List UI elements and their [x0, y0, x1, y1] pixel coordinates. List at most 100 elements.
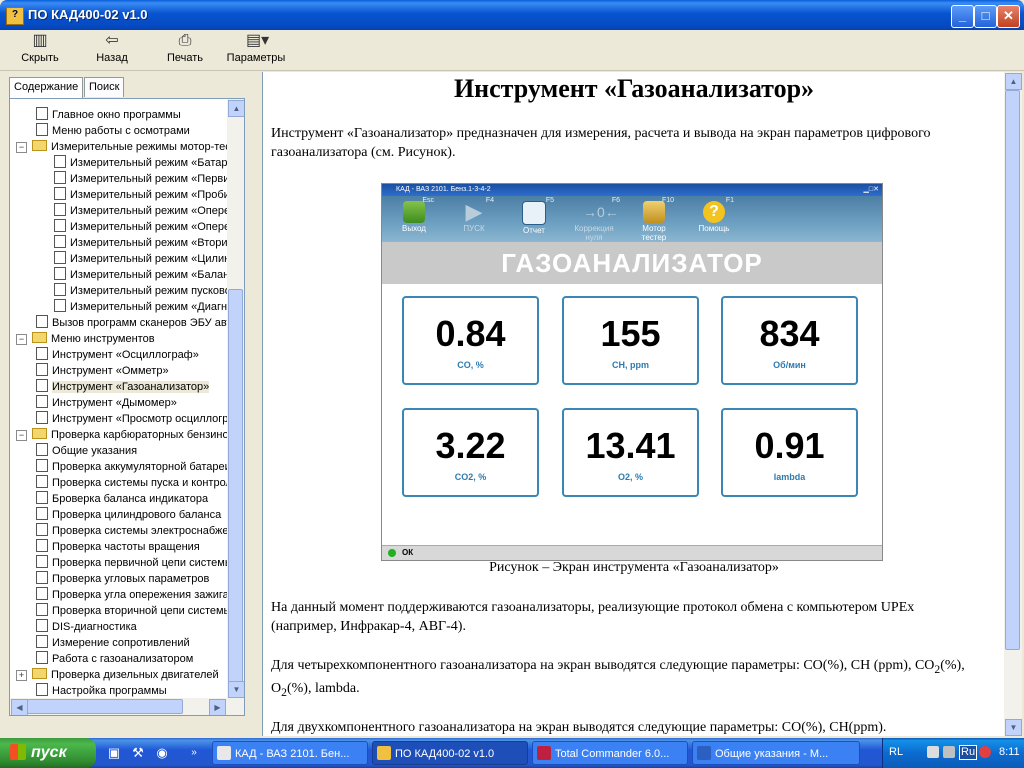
motor-tester-icon [643, 201, 665, 223]
expand-icon[interactable]: + [16, 670, 27, 681]
quicklaunch-more-icon[interactable]: » [186, 745, 202, 761]
close-button[interactable]: ✕ [997, 5, 1020, 28]
report-label: Отчет [523, 226, 545, 235]
tile-label: O2, % [617, 472, 643, 482]
hscroll-thumb[interactable] [27, 699, 183, 714]
scroll-down-icon[interactable]: ▼ [228, 681, 244, 698]
scroll-right-icon[interactable]: ▶ [209, 699, 226, 715]
tree-item[interactable]: Вызов программ сканеров ЭБУ автомобиля [36, 315, 244, 331]
taskbar: пуск ▣ ⚒ ◉ » КАД - ВАЗ 2101. Бен... ПО К… [0, 738, 1024, 768]
content-scroll-up-icon[interactable]: ▲ [1005, 73, 1022, 90]
tree-item-label: Меню инструментов [51, 333, 155, 345]
page-icon [36, 587, 48, 600]
page-icon [54, 219, 66, 232]
tree-item[interactable]: Проверка цилиндрового баланса [36, 507, 221, 523]
tree-item[interactable]: Проверка системы пуска и контроля [36, 475, 238, 491]
tree-item[interactable]: Проверка частоты вращения [36, 539, 200, 555]
page-icon [36, 123, 48, 136]
tab-search[interactable]: Поиск [84, 77, 125, 97]
tree-item[interactable]: Проверка карбюраторных бензиновых двигат… [32, 427, 244, 443]
tree-item[interactable]: Проверка аккумуляторной батареи [36, 459, 231, 475]
task-help-window[interactable]: ПО КАД400-02 v1.0 [372, 741, 528, 765]
tree-item[interactable]: Настройка программы [36, 683, 167, 699]
tree-item[interactable]: Меню инструментов [32, 331, 155, 347]
content-vertical-scrollbar[interactable]: ▲ ▼ [1004, 72, 1022, 736]
tray-app-icon[interactable] [979, 746, 991, 758]
back-button[interactable]: ⇦ Назад [92, 32, 132, 64]
quicklaunch-save-icon[interactable]: ▣ [106, 745, 122, 761]
tree-item[interactable]: Измерительный режим «Цилиндровый баланс» [54, 251, 244, 267]
page-icon [36, 395, 48, 408]
tree-item[interactable]: Измерительный режим «Батарея» [54, 155, 244, 171]
tree-item[interactable]: Проверка первичной цепи системы [36, 555, 233, 571]
tree-item[interactable]: Броверка баланса индикатора [36, 491, 208, 507]
content-scroll-thumb[interactable] [1005, 90, 1020, 650]
tree-item[interactable]: DIS-диагностика [36, 619, 137, 635]
tree-item[interactable]: Измерительный режим пусковой [54, 283, 237, 299]
tree-item-label: Измерительный режим «Диагностика» [70, 301, 244, 313]
tree-item-label: Измерительный режим пусковой [70, 285, 237, 297]
options-button[interactable]: ▤▾ Параметры [225, 32, 287, 64]
tree-item[interactable]: Измерительный режим «Вторичное напряжени… [54, 235, 244, 251]
tab-contents[interactable]: Содержание [9, 77, 84, 98]
windows-flag-icon [10, 744, 26, 760]
figure-window-controls-icon: ▁□✕ [863, 186, 879, 193]
start-label: ПУСК [463, 224, 485, 233]
tree-horizontal-scrollbar[interactable]: ◀ ▶ [10, 698, 227, 715]
keyboard-layout[interactable]: RL [889, 746, 903, 758]
tree-item[interactable]: Измерение сопротивлений [36, 635, 190, 651]
tree-item[interactable]: Измерительный режим «Пробивное напряжени… [54, 187, 244, 203]
tree-item[interactable]: Измерительные режимы мотор-тестера [32, 139, 244, 155]
tree-item[interactable]: Проверка вторичной цепи системы [36, 603, 231, 619]
tree-item[interactable]: Инструмент «Газоанализатор» [36, 379, 210, 395]
page-icon [54, 187, 66, 200]
collapse-icon[interactable]: − [16, 430, 27, 441]
content-scroll-down-icon[interactable]: ▼ [1005, 719, 1022, 736]
maximize-button[interactable]: □ [974, 5, 997, 28]
tree-item[interactable]: Инструмент «Дымомер» [36, 395, 177, 411]
tray-device-icon[interactable] [927, 746, 939, 758]
tree-item[interactable]: Проверка угла опережения зажигания [36, 587, 244, 603]
figure-title: КАД - ВАЗ 2101. Бенз.1-3-4-2 [396, 186, 491, 193]
tree-item[interactable]: Измерительный режим «Баланс индикатора» [54, 267, 244, 283]
tree-item[interactable]: Инструмент «Просмотр осциллограмм» [36, 411, 244, 427]
tree-vertical-scrollbar[interactable]: ▲ ▼ [227, 99, 244, 715]
task-word-document[interactable]: Общие указания - M... [692, 741, 860, 765]
tree-item[interactable]: Меню работы с осмотрами [36, 123, 190, 139]
help-label: Помощь [698, 224, 730, 233]
tile-value: 834 [759, 313, 820, 354]
hide-button[interactable]: ▥ Скрыть [20, 32, 60, 64]
clock[interactable]: 8:11 [999, 746, 1020, 758]
tree-item[interactable]: Инструмент «Осциллограф» [36, 347, 199, 363]
tree-item-label: Измерение сопротивлений [52, 637, 190, 649]
tree-item[interactable]: Измерительный режим «Диагностика» [54, 299, 244, 315]
tree-item[interactable]: Измерительный режим «Опережение впрыска» [54, 219, 244, 235]
print-button[interactable]: ⎙ Печать [163, 32, 207, 64]
tree-item[interactable]: Проверка дизельных двигателей [32, 667, 219, 683]
tree-item[interactable]: Проверка угловых параметров [36, 571, 209, 587]
start-button[interactable]: пуск [0, 738, 96, 768]
tree-item[interactable]: Работа с газоанализатором [36, 651, 193, 667]
scroll-thumb[interactable] [228, 289, 243, 689]
tree-item[interactable]: Измерительный режим «Опережение зажигани… [54, 203, 244, 219]
minimize-button[interactable]: _ [951, 5, 974, 28]
scroll-left-icon[interactable]: ◀ [11, 699, 28, 715]
collapse-icon[interactable]: − [16, 334, 27, 345]
scroll-up-icon[interactable]: ▲ [228, 100, 244, 117]
quicklaunch-tool-icon[interactable]: ⚒ [130, 745, 146, 761]
task-total-commander[interactable]: Total Commander 6.0... [532, 741, 688, 765]
tree-item[interactable]: Главное окно программы [36, 107, 181, 123]
figure-toolbar: Esc Выход F4 ▶ ПУСК F5 Отчет F6 →0← Корр… [382, 196, 882, 242]
tree-item-label: Инструмент «Осциллограф» [52, 349, 199, 361]
quicklaunch-media-icon[interactable]: ◉ [154, 745, 170, 761]
tray-network-icon[interactable] [943, 746, 955, 758]
tree-item[interactable]: Измерительный режим «Первичное напряжени… [54, 171, 244, 187]
tree-item-label: Измерительный режим «Опережение зажигани… [70, 205, 244, 217]
collapse-icon[interactable]: − [16, 142, 27, 153]
tree-item[interactable]: Проверка системы электроснабжения [36, 523, 244, 539]
task-kad-vaz[interactable]: КАД - ВАЗ 2101. Бен... [212, 741, 368, 765]
tree-item[interactable]: Общие указания [36, 443, 137, 459]
tile-label: CO2, % [454, 472, 487, 482]
language-indicator[interactable]: Ru [959, 745, 978, 760]
tree-item[interactable]: Инструмент «Омметр» [36, 363, 169, 379]
